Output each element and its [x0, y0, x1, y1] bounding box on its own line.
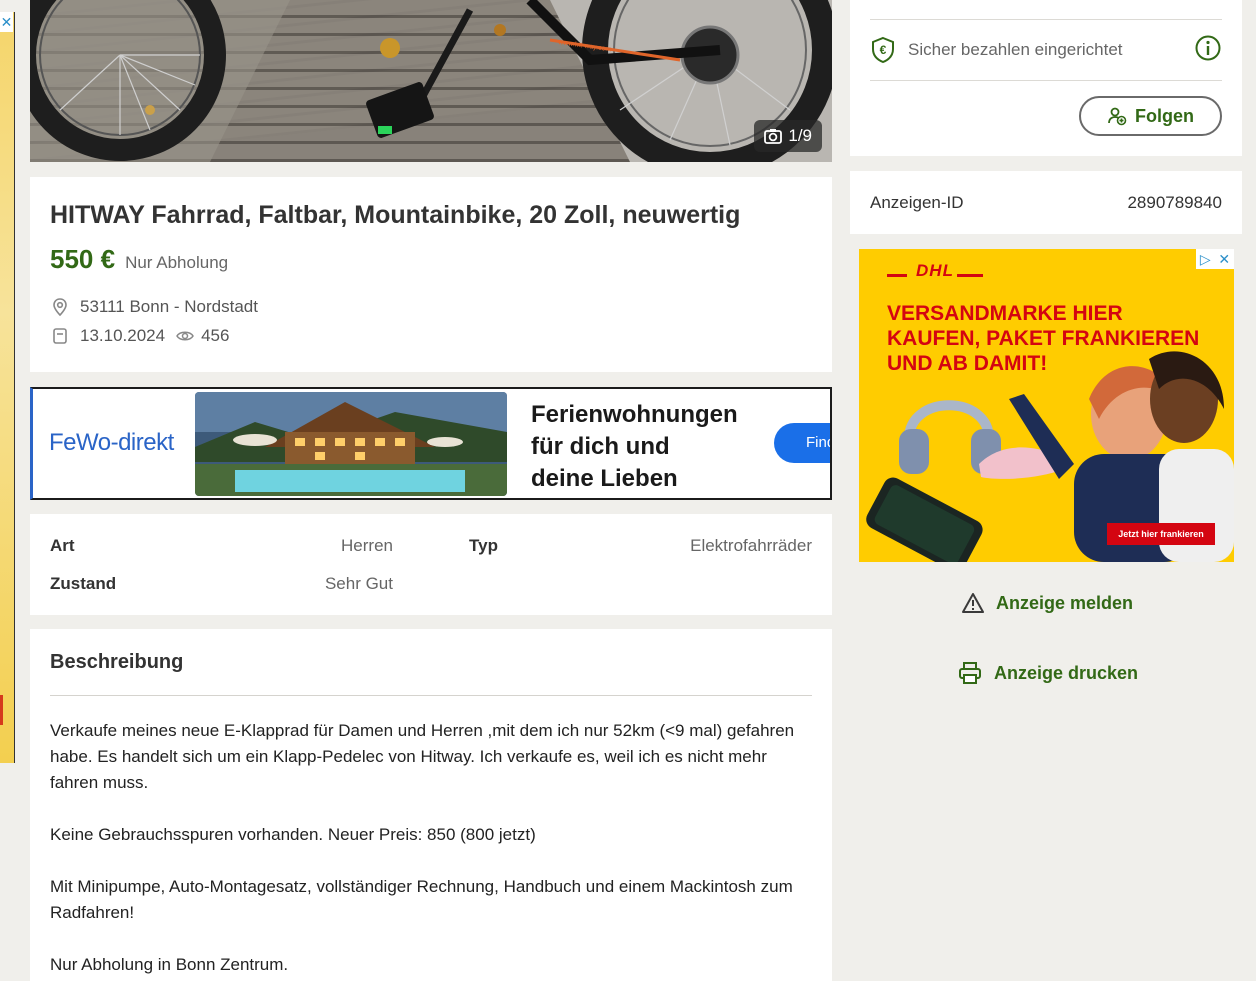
location-pin-icon — [53, 298, 67, 317]
secure-payment-row: € Sicher bezahlen eingerichtet — [870, 34, 1222, 64]
ad-id-card: Anzeigen-ID 2890789840 — [850, 171, 1242, 234]
attr-value-typ: Elektrofahrräder — [690, 536, 812, 555]
description-paragraph: Nur Abholung in Bonn Zentrum. — [50, 955, 289, 974]
ad-id-value: 2890789840 — [1127, 192, 1222, 212]
listing-date: 13.10.2024 — [80, 326, 166, 345]
ad-decoration — [0, 695, 3, 725]
seller-card: € Sicher bezahlen eingerichtet Folgen — [850, 0, 1242, 156]
ad-choices-icon[interactable]: ▷ — [1200, 251, 1211, 268]
attr-label-zustand: Zustand — [50, 574, 117, 593]
dhl-cta-button[interactable]: Jetzt hier frankieren — [1107, 523, 1215, 545]
follow-user-icon — [1108, 107, 1127, 126]
ad-id-label: Anzeigen-ID — [870, 192, 964, 212]
report-label: Anzeige melden — [996, 592, 1134, 613]
description-paragraph: Keine Gebrauchsspuren vorhanden. Neuer P… — [50, 825, 536, 844]
svg-text:DHL: DHL — [916, 261, 954, 280]
fewo-logo: FeWo-direkt — [49, 429, 174, 456]
description-text: Verkaufe meines neue E-Klapprad für Dame… — [50, 718, 812, 978]
secure-payment-shield-icon: € — [872, 36, 894, 64]
follow-label: Folgen — [1135, 105, 1194, 126]
fewo-headline-line: Ferienwohnungen — [531, 401, 738, 428]
ad-close-icon[interactable]: ✕ — [0, 12, 13, 32]
fewo-find-button[interactable]: Find — [774, 423, 830, 463]
fewo-direkt-ad[interactable]: FeWo-direkt Ferienwohnungen für dich und… — [30, 387, 832, 500]
print-label: Anzeige drucken — [994, 662, 1139, 683]
listing-photo: www.hit-way.com — [30, 0, 832, 162]
shipping-info: Nur Abholung — [125, 253, 229, 272]
dhl-logo: DHL — [887, 261, 983, 287]
listing-title: HITWAY Fahrrad, Faltbar, Mountainbike, 2… — [50, 201, 741, 229]
listing-header: HITWAY Fahrrad, Faltbar, Mountainbike, 2… — [30, 177, 832, 372]
divider — [870, 80, 1222, 81]
description-paragraph: Verkaufe meines neue E-Klapprad für Dame… — [50, 721, 795, 792]
fewo-ad-image — [195, 392, 507, 496]
follow-button[interactable]: Folgen — [1079, 96, 1222, 136]
location-row: 53111 Bonn - Nordstadt — [50, 297, 812, 317]
listing-price: 550 € — [50, 244, 116, 274]
image-counter-text: 1/9 — [788, 126, 812, 145]
view-count: 456 — [201, 326, 230, 345]
listing-location: 53111 Bonn - Nordstadt — [80, 297, 258, 316]
left-ad-banner[interactable]: ✕ — [0, 12, 15, 763]
attr-value-art: Herren — [341, 536, 393, 555]
divider — [870, 19, 1222, 20]
ad-choices[interactable]: ▷ ✕ — [1196, 249, 1234, 269]
attr-label-art: Art — [50, 536, 75, 555]
fewo-headline-line: für dich und — [531, 433, 670, 460]
dhl-ad[interactable]: DHL ▷ ✕ VERSANDMARKE HIER KAUFEN, PAKET … — [859, 249, 1234, 562]
dhl-logo-graphic: DHL — [887, 261, 983, 280]
attr-value-zustand: Sehr Gut — [324, 574, 393, 593]
secure-payment-text: Sicher bezahlen eingerichtet — [908, 40, 1123, 59]
dhl-headline: VERSANDMARKE HIER KAUFEN, PAKET FRANKIER… — [887, 302, 1200, 375]
fewo-headline: Ferienwohnungen für dich und deine Liebe… — [531, 399, 771, 495]
warning-icon — [962, 593, 984, 613]
svg-text:€: € — [880, 43, 887, 57]
attributes-card: Art Herren Typ Elektrofahrräder Zustand … — [30, 514, 832, 615]
camera-icon — [764, 129, 783, 144]
description-card: Beschreibung Verkaufe meines neue E-Klap… — [30, 629, 832, 981]
description-heading: Beschreibung — [50, 651, 184, 673]
info-icon[interactable] — [1194, 34, 1222, 62]
attr-label-typ: Typ — [469, 536, 498, 555]
print-listing-button[interactable]: Anzeige drucken — [958, 662, 1138, 684]
description-paragraph: Mit Minipumpe, Auto-Montagesatz, vollstä… — [50, 877, 793, 922]
date-views-row: 13.10.2024 456 — [50, 326, 812, 346]
dhl-ad-artwork — [866, 351, 1234, 562]
printer-icon — [959, 662, 981, 684]
report-listing-button[interactable]: Anzeige melden — [962, 592, 1133, 614]
fewo-headline-line: deine Lieben — [531, 465, 678, 492]
ad-close-icon[interactable]: ✕ — [1218, 251, 1230, 268]
divider — [50, 695, 812, 696]
calendar-icon — [53, 328, 67, 344]
eye-icon — [176, 331, 194, 341]
image-counter[interactable]: 1/9 — [754, 120, 822, 152]
image-gallery[interactable]: www.hit-way.com 1/9 — [30, 0, 832, 162]
